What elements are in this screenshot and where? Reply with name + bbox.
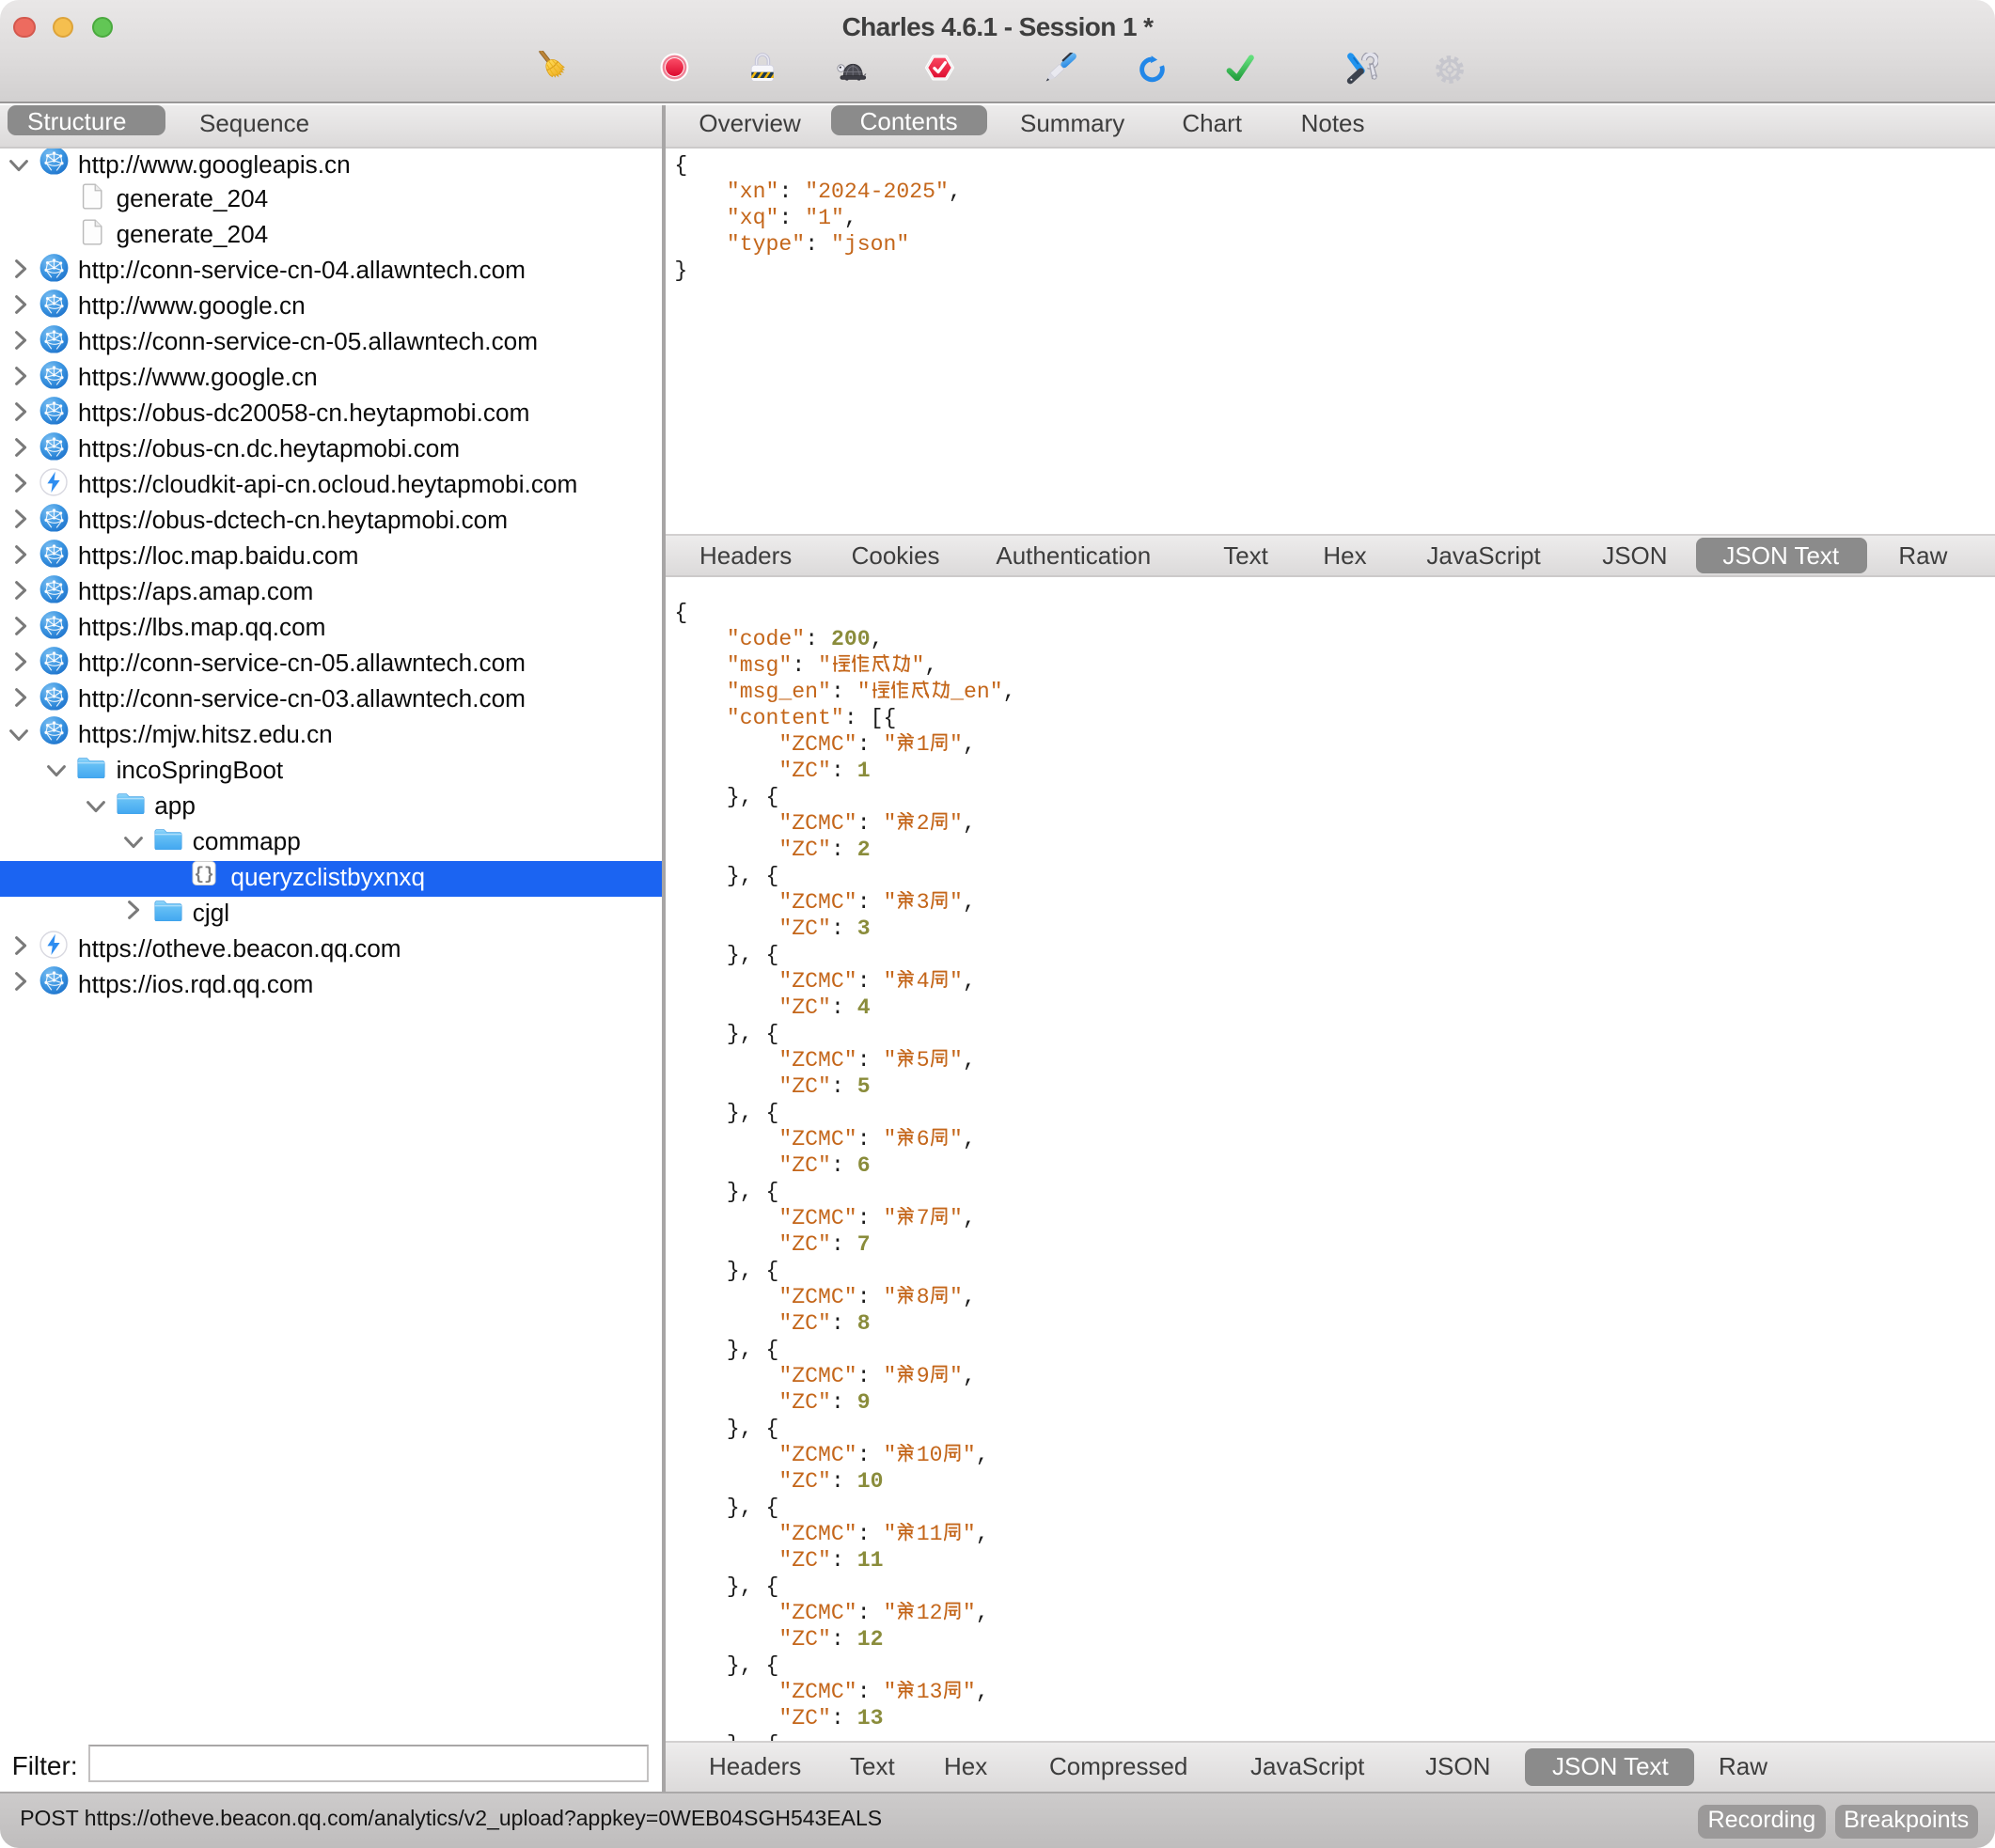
svg-text:{}: {} <box>195 867 215 885</box>
